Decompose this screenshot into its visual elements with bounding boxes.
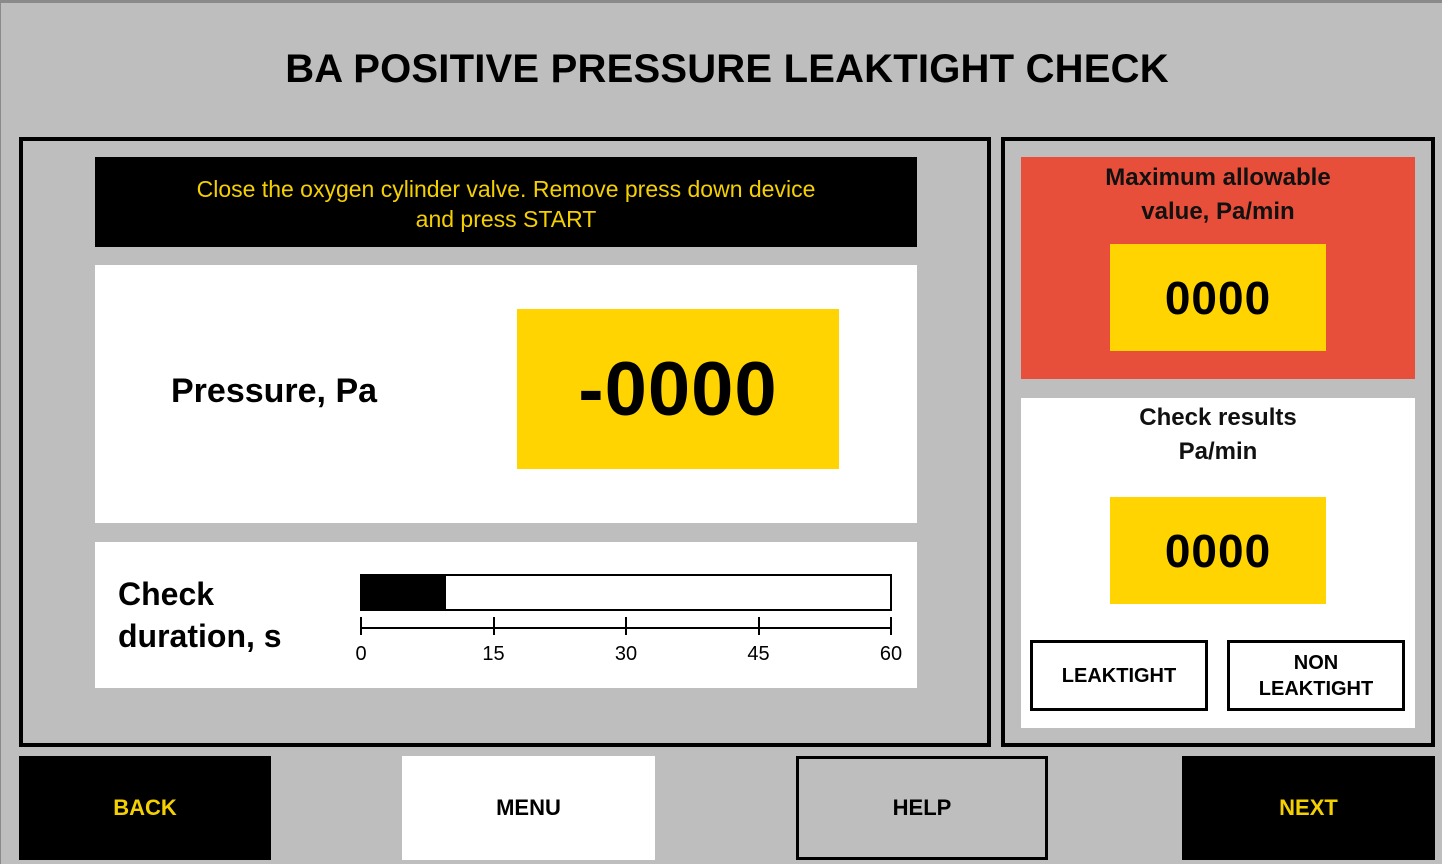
duration-scale-tick: [625, 617, 627, 635]
check-results-value: 0000: [1164, 524, 1272, 577]
duration-scale-tick-label: 45: [747, 643, 770, 665]
leaktight-button[interactable]: LEAKTIGHT: [1030, 640, 1208, 711]
next-button[interactable]: NEXT: [1182, 756, 1435, 860]
duration-progress-fill: [362, 576, 447, 609]
pressure-label: Pressure, Pa: [171, 372, 378, 410]
check-results-title: Check results Pa/min: [1021, 401, 1415, 469]
non-leaktight-button[interactable]: NON LEAKTIGHT: [1227, 640, 1405, 711]
max-allowable-title: Maximum allowable value, Pa/min: [1021, 161, 1415, 229]
back-button[interactable]: BACK: [19, 756, 271, 860]
max-allowable-value: 0000: [1164, 271, 1272, 324]
max-allowable-title-line-2: value, Pa/min: [1141, 198, 1295, 225]
duration-scale-tick: [360, 617, 362, 635]
check-results-title-line-2: Pa/min: [1178, 438, 1258, 465]
max-allowable-title-line-1: Maximum allowable: [1105, 164, 1331, 191]
menu-button[interactable]: MENU: [402, 756, 655, 860]
duration-scale-tick-label: 30: [614, 643, 638, 665]
back-button-label: BACK: [113, 795, 177, 820]
duration-scale-tick: [492, 617, 495, 635]
check-results-readout: 0000: [1110, 497, 1326, 604]
help-button[interactable]: HELP: [796, 756, 1048, 860]
duration-scale-tick: [757, 617, 760, 635]
check-results-title-line-1: Check results: [1139, 404, 1297, 431]
non-leaktight-button-label: NON LEAKTIGHT: [1259, 650, 1373, 702]
duration-progress-bar: [360, 574, 892, 611]
leaktight-button-label: LEAKTIGHT: [1061, 664, 1177, 687]
next-button-label: NEXT: [1279, 795, 1338, 820]
non-leaktight-label-line-1: NON: [1293, 651, 1339, 674]
duration-scale-tick-label: 0: [355, 643, 367, 665]
help-button-label: HELP: [892, 795, 952, 820]
pressure-value: -0000: [578, 346, 778, 432]
duration-label-line-2: duration, s: [118, 618, 282, 654]
duration-label: Check duration, s: [118, 573, 338, 657]
page-title: BA POSITIVE PRESSURE LEAKTIGHT CHECK: [285, 47, 1169, 91]
duration-scale-tick-label: 15: [482, 643, 505, 665]
max-allowable-readout: 0000: [1110, 244, 1326, 351]
instruction-banner: Close the oxygen cylinder valve. Remove …: [95, 157, 917, 247]
hmi-screen: BA POSITIVE PRESSURE LEAKTIGHT CHECK Clo…: [0, 0, 1442, 864]
duration-scale-tick: [890, 617, 892, 635]
non-leaktight-label-line-2: LEAKTIGHT: [1258, 677, 1374, 700]
instruction-line-2: and press START: [415, 206, 597, 232]
duration-scale-tick-label: 60: [879, 643, 903, 665]
menu-button-label: MENU: [496, 795, 561, 820]
instruction-line-1: Close the oxygen cylinder valve. Remove …: [196, 176, 816, 202]
duration-label-line-1: Check: [118, 576, 215, 612]
pressure-readout: -0000: [517, 309, 839, 469]
